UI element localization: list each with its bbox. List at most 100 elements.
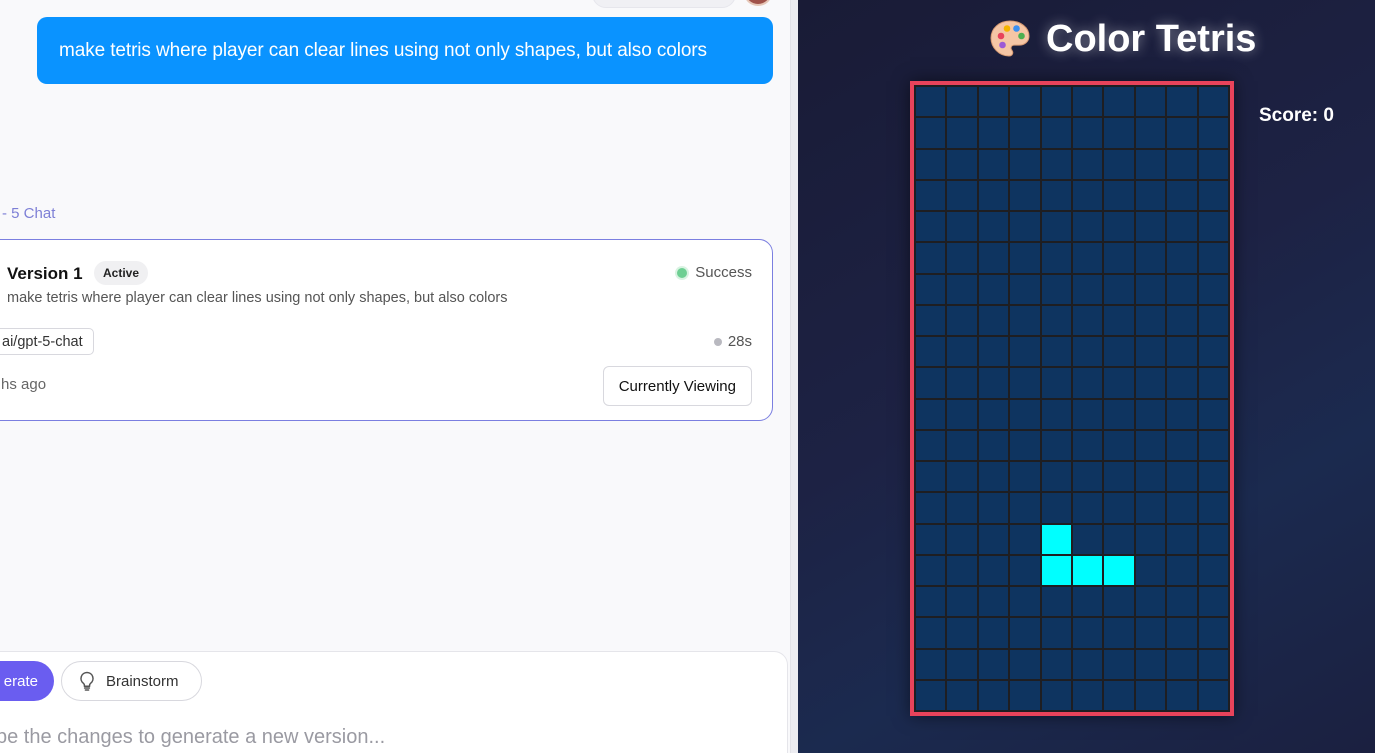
board-cell (916, 368, 946, 398)
board-cell (1041, 493, 1071, 523)
game-board-frame (910, 81, 1234, 716)
board-cell (1135, 399, 1166, 429)
board-cell (1167, 680, 1197, 710)
board-cell (947, 305, 977, 335)
board-cell (916, 524, 946, 554)
board-cell (1135, 555, 1166, 585)
board-cell (1072, 649, 1103, 679)
board-cell (978, 493, 1009, 523)
board-cell (1072, 243, 1103, 273)
board-cell (1041, 212, 1071, 242)
board-cell (916, 430, 946, 460)
game-title: Color Tetris (988, 14, 1256, 64)
board-cell (1104, 368, 1134, 398)
board-cell (947, 618, 977, 648)
board-cell (1198, 149, 1228, 179)
game-board[interactable] (914, 85, 1230, 712)
time-ago: hs ago (1, 376, 47, 393)
board-cell (1072, 618, 1103, 648)
board-cell (1072, 180, 1103, 210)
board-cell (1167, 368, 1197, 398)
board-cell (1135, 618, 1166, 648)
board-cell-filled (1072, 555, 1103, 585)
status-indicator: Success (677, 264, 752, 281)
board-cell (1104, 399, 1134, 429)
board-cell (916, 274, 946, 304)
board-cell (1072, 305, 1103, 335)
board-cell (1010, 274, 1040, 304)
board-cell (1010, 399, 1040, 429)
board-cell (1167, 337, 1197, 367)
board-cell (1167, 493, 1197, 523)
board-cell (1135, 305, 1166, 335)
board-cell (1198, 524, 1228, 554)
board-cell (978, 430, 1009, 460)
board-cell (1135, 149, 1166, 179)
board-cell (1104, 462, 1134, 492)
board-cell (947, 87, 977, 117)
model-tag: ai/gpt-5-chat (0, 328, 94, 355)
board-cell (978, 274, 1009, 304)
board-cell (916, 493, 946, 523)
board-cell (1072, 118, 1103, 148)
board-cell (1198, 87, 1228, 117)
board-cell (978, 305, 1009, 335)
board-cell (947, 180, 977, 210)
board-cell (1041, 649, 1071, 679)
board-cell (978, 587, 1009, 617)
board-cell (947, 587, 977, 617)
top-pill-button[interactable] (592, 0, 736, 8)
board-cell (1198, 555, 1228, 585)
board-cell (1198, 493, 1228, 523)
board-cell (1198, 587, 1228, 617)
board-cell (1167, 587, 1197, 617)
user-avatar[interactable] (744, 0, 772, 6)
board-cell (1010, 368, 1040, 398)
board-cell (1010, 87, 1040, 117)
board-cell (1135, 587, 1166, 617)
board-cell (1167, 618, 1197, 648)
board-cell (1198, 274, 1228, 304)
version-description: make tetris where player can clear lines… (7, 290, 508, 306)
board-cell (947, 680, 977, 710)
board-cell (1104, 618, 1134, 648)
board-cell (947, 430, 977, 460)
board-cell (1135, 212, 1166, 242)
board-cell (916, 212, 946, 242)
version-card[interactable]: Version 1 Active Success make tetris whe… (0, 239, 773, 421)
prompt-input[interactable] (0, 723, 776, 751)
brainstorm-button[interactable]: Brainstorm (61, 661, 202, 701)
board-cell (916, 243, 946, 273)
board-cell (1104, 149, 1134, 179)
board-cell (1041, 149, 1071, 179)
board-cell (1198, 430, 1228, 460)
board-cell (1041, 274, 1071, 304)
board-cell (1072, 524, 1103, 554)
board-cell (1041, 462, 1071, 492)
board-cell (1198, 212, 1228, 242)
generate-button[interactable]: erate (0, 661, 54, 701)
board-cell (1041, 430, 1071, 460)
brainstorm-label: Brainstorm (106, 672, 179, 690)
currently-viewing-button[interactable]: Currently Viewing (602, 366, 752, 406)
board-cell (1072, 587, 1103, 617)
board-cell (1167, 555, 1197, 585)
board-cell (1167, 462, 1197, 492)
board-cell (916, 87, 946, 117)
board-cell (916, 337, 946, 367)
board-cell (947, 243, 977, 273)
board-cell (1041, 399, 1071, 429)
board-cell (1198, 399, 1228, 429)
board-cell (1041, 305, 1071, 335)
panel-divider[interactable] (790, 0, 798, 753)
board-cell (1135, 430, 1166, 460)
board-cell (916, 587, 946, 617)
board-cell (916, 462, 946, 492)
board-cell (1198, 618, 1228, 648)
board-cell (978, 87, 1009, 117)
board-cell (1072, 149, 1103, 179)
board-cell (1135, 680, 1166, 710)
board-cell (916, 305, 946, 335)
board-cell (947, 399, 977, 429)
board-cell (1010, 493, 1040, 523)
